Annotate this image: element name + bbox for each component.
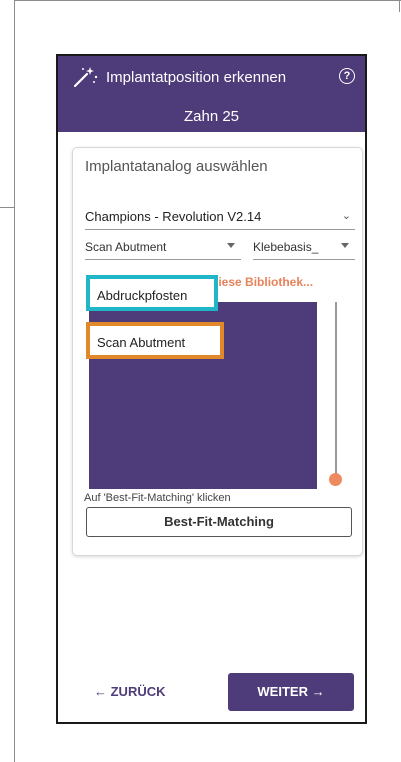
implant-position-panel: Implantatposition erkennen ? Zahn 25 Imp…	[56, 54, 367, 724]
caret-down-icon	[227, 243, 235, 248]
background-line-horizontal	[0, 207, 14, 208]
chevron-down-icon: ⌄	[341, 210, 351, 222]
base-select-value: Klebebasis_	[253, 240, 319, 254]
library-link[interactable]: liese Bibliothek...	[215, 275, 313, 289]
tooth-label: Zahn 25	[183, 108, 240, 125]
back-button[interactable]: ← ZURÜCK	[94, 678, 166, 706]
magic-wand-icon	[73, 67, 98, 88]
background-line-vertical	[14, 0, 15, 762]
page-title: Implantatposition erkennen	[106, 69, 287, 86]
slider-knob[interactable]	[329, 473, 342, 486]
dropdown-option-label: Abdruckpfosten	[97, 288, 188, 303]
library-select-value: Champions - Revolution V2.14	[85, 209, 262, 224]
slider-track[interactable]	[335, 302, 337, 477]
background-line-right	[399, 0, 400, 12]
next-button[interactable]: WEITER →	[228, 673, 354, 711]
card-title: Implantatanalog auswählen	[85, 158, 268, 175]
background-line-top	[14, 0, 401, 1]
dropdown-option-abdruckpfosten[interactable]: Abdruckpfosten	[86, 275, 218, 311]
best-fit-hint: Auf 'Best-Fit-Matching' klicken	[84, 492, 231, 504]
help-icon[interactable]: ?	[339, 68, 355, 84]
type-select[interactable]: Scan Abutment	[85, 237, 241, 260]
caret-down-icon	[341, 243, 349, 248]
panel-header: Implantatposition erkennen ? Zahn 25	[58, 56, 365, 132]
best-fit-matching-button[interactable]: Best-Fit-Matching	[86, 507, 352, 537]
type-select-value: Scan Abutment	[85, 240, 167, 254]
dropdown-option-label: Scan Abutment	[97, 335, 186, 350]
library-select[interactable]: Champions - Revolution V2.14 ⌄	[85, 207, 355, 230]
implant-analog-card: Implantatanalog auswählen Champions - Re…	[72, 147, 363, 556]
base-select[interactable]: Klebebasis_	[253, 237, 355, 260]
dropdown-option-scan-abutment[interactable]: Scan Abutment	[86, 322, 224, 359]
